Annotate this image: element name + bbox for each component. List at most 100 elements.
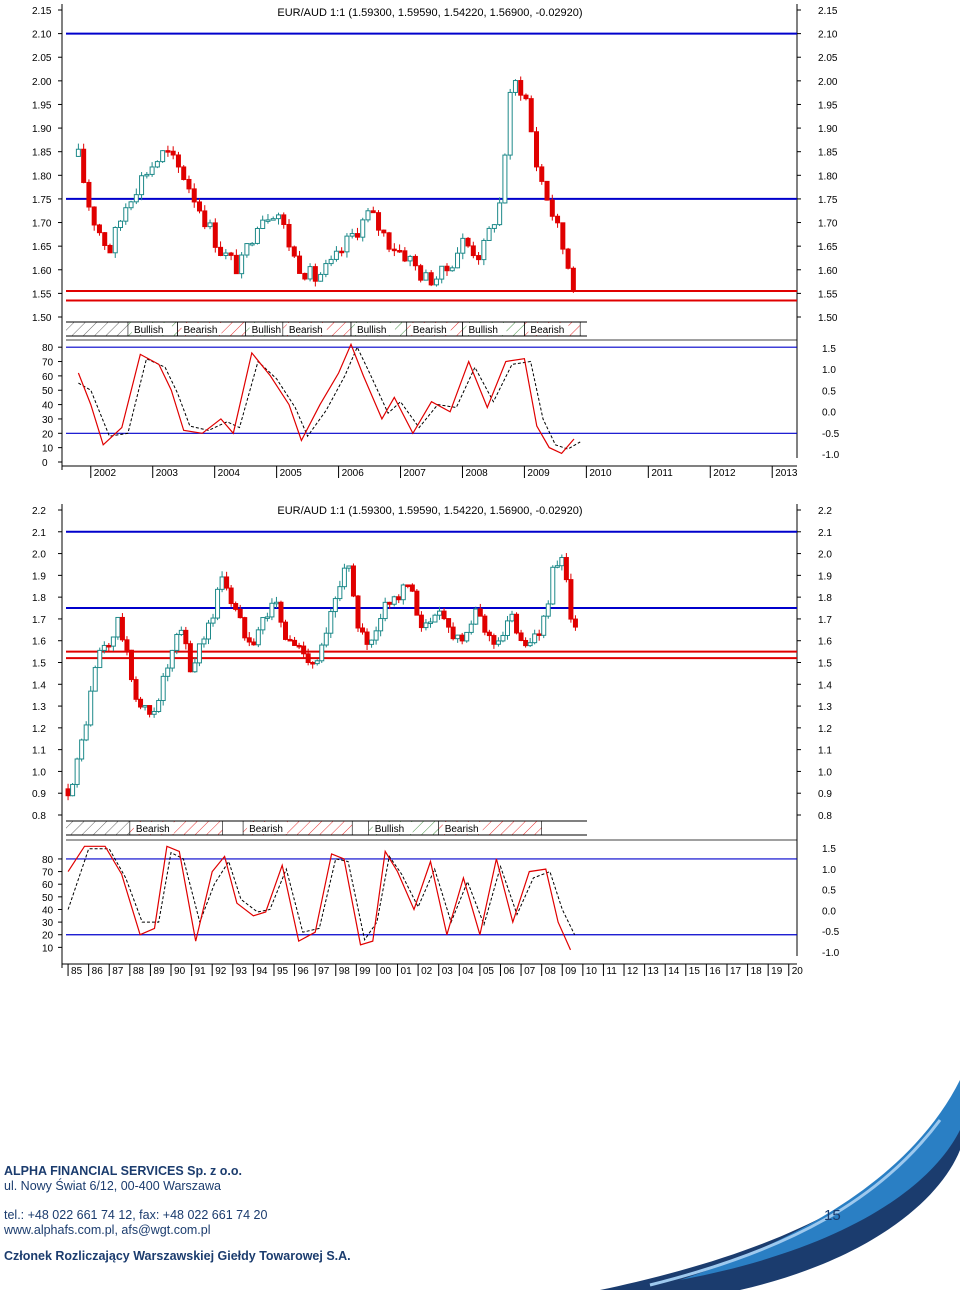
candle (349, 233, 355, 237)
x-tick-label: 17 (730, 966, 742, 977)
candle (246, 637, 252, 643)
x-tick-label: 2002 (94, 468, 117, 479)
x-tick-label: 00 (380, 966, 392, 977)
y-tick-label-right: 1.1 (818, 746, 832, 757)
candle (128, 201, 134, 209)
y-tick-label: 1.1 (32, 746, 46, 757)
candle (144, 173, 150, 177)
candle (396, 596, 402, 601)
x-tick-label: 2004 (218, 468, 241, 479)
x-tick-label: 85 (71, 966, 83, 977)
x-tick-label: 2005 (280, 468, 303, 479)
candle (365, 210, 371, 221)
candle (565, 248, 571, 269)
x-tick-label: 03 (442, 966, 454, 977)
candle (301, 645, 307, 655)
trend-band-label: Bullish (375, 824, 404, 835)
candle (528, 98, 534, 133)
candle (128, 649, 134, 681)
y-tick-label: 1.55 (32, 289, 52, 300)
x-tick-label: 01 (401, 966, 413, 977)
trend-band-label: Bearish (184, 325, 218, 336)
x-tick-label: 91 (195, 966, 207, 977)
x-tick-label: 98 (339, 966, 351, 977)
footer: ALPHA FINANCIAL SERVICES Sp. z o.o. ul. … (0, 1080, 960, 1290)
y-tick-label: 1.65 (32, 242, 52, 253)
y-tick-label: 2.1 (32, 528, 46, 539)
candle (297, 255, 303, 274)
candle (249, 242, 255, 246)
candle (310, 661, 316, 665)
company-address: ul. Nowy Świat 6/12, 00-400 Warszawa (4, 1179, 221, 1193)
candle (74, 758, 80, 785)
y-tick-label: 1.50 (32, 313, 52, 324)
candle (423, 622, 429, 629)
candle (560, 222, 566, 250)
candle (391, 248, 397, 252)
candle (292, 639, 298, 646)
candle (160, 675, 166, 702)
y-tick-label-right: 0.8 (818, 811, 832, 822)
candle (283, 621, 289, 640)
candle (115, 616, 121, 638)
candle (432, 614, 438, 623)
candle (386, 232, 392, 250)
candle (201, 638, 207, 645)
trend-band-label: Bullish (468, 325, 497, 336)
candle (504, 620, 510, 636)
candle (255, 629, 261, 646)
candle (186, 178, 192, 190)
candle (572, 618, 578, 628)
candle (207, 222, 213, 228)
x-tick-label: 94 (256, 966, 268, 977)
x-tick-label: 08 (545, 966, 557, 977)
candle (178, 629, 184, 636)
osc-tick-label: 60 (42, 372, 54, 383)
candle (205, 622, 211, 640)
y-tick-label-right: 1.80 (818, 171, 838, 182)
osc-slow-line (67, 848, 576, 942)
candle (275, 214, 281, 220)
osc-right-tick-label: -0.5 (822, 429, 840, 440)
y-tick-label-right: 2.05 (818, 53, 838, 64)
candle (544, 180, 550, 201)
osc-right-tick-label: 0.5 (822, 386, 836, 397)
osc-right-tick-label: 1.0 (822, 365, 836, 376)
osc-right-tick-label: 0.0 (822, 906, 836, 917)
x-tick-label: 93 (236, 966, 248, 977)
candle (219, 576, 225, 590)
trend-band-label: Bearish (413, 325, 447, 336)
y-tick-label-right: 1.3 (818, 702, 832, 713)
y-tick-label-right: 1.90 (818, 124, 838, 135)
candle (460, 237, 466, 254)
candle (79, 739, 85, 760)
y-tick-label: 1.75 (32, 195, 52, 206)
y-tick-label: 1.90 (32, 124, 52, 135)
candle (307, 266, 313, 280)
candle (518, 80, 524, 96)
candle (373, 630, 379, 641)
candle (228, 587, 234, 605)
candle (337, 586, 343, 600)
candle (218, 246, 224, 257)
candle (495, 640, 501, 645)
charts-canvas: EUR/AUD 1:1 (1.59300, 1.59590, 1.54220, … (32, 4, 840, 977)
osc-right-tick-label: 1.0 (822, 865, 836, 876)
candle (147, 705, 153, 715)
osc-tick-label: 30 (42, 918, 54, 929)
x-tick-label: 09 (565, 966, 577, 977)
osc-tick-label: 40 (42, 401, 54, 412)
osc-right-tick-label: 0.5 (822, 886, 836, 897)
candle (302, 272, 308, 280)
candle (563, 557, 569, 581)
candle (237, 608, 243, 619)
x-tick-label: 2008 (465, 468, 488, 479)
company-web[interactable]: www.alphafs.com.pl, afs@wgt.com.pl (4, 1223, 211, 1237)
candle (536, 633, 542, 636)
candle (523, 639, 529, 647)
osc-right-tick-label: -1.0 (822, 948, 840, 959)
y-tick-label: 1.60 (32, 266, 52, 277)
candle (370, 210, 376, 214)
candle (312, 266, 318, 282)
logo-swoosh-icon (600, 1080, 960, 1290)
